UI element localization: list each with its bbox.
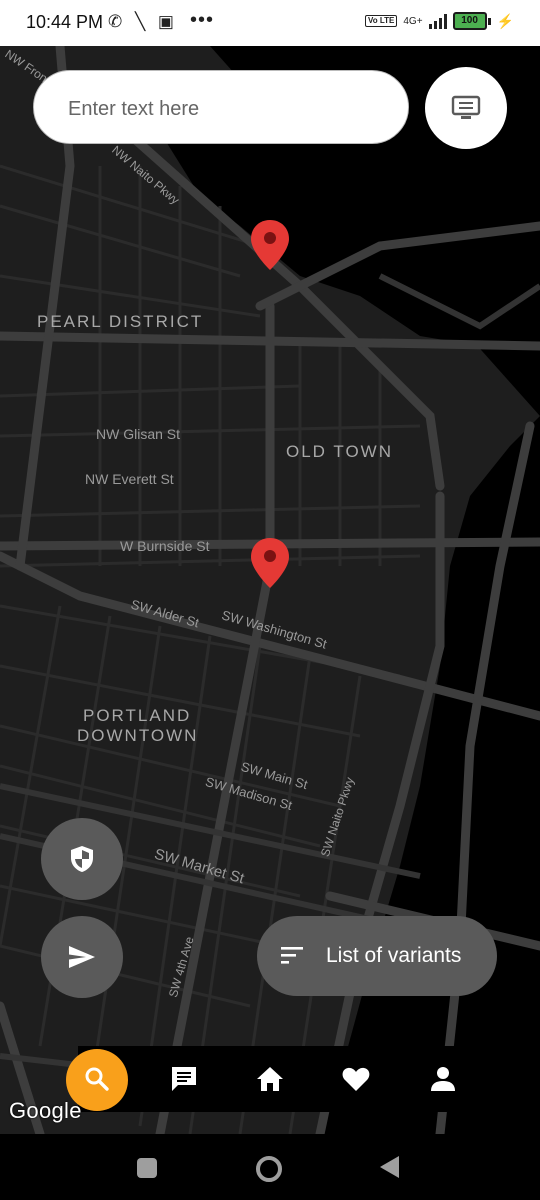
status-time: 10:44 PM xyxy=(26,12,104,32)
send-button[interactable] xyxy=(41,916,123,998)
screen: 10:44 PM ✆ ╲ ▣ ••• Vo LTE 4G+ 100 ⚡ NW F… xyxy=(0,0,540,1200)
sort-icon xyxy=(281,947,303,964)
search-input[interactable] xyxy=(66,91,390,127)
more-notifications-icon: ••• xyxy=(190,9,215,31)
list-of-variants-button[interactable]: List of variants xyxy=(257,916,497,996)
street-label: W Burnside St xyxy=(120,538,210,554)
street-label: NW Everett St xyxy=(85,471,174,487)
status-bar: 10:44 PM ✆ ╲ ▣ ••• Vo LTE 4G+ 100 ⚡ xyxy=(0,0,540,46)
variants-label: List of variants xyxy=(326,944,462,967)
battery-level: 100 xyxy=(452,12,487,30)
notification-icons: ✆ ╲ ▣ xyxy=(108,12,178,31)
settings-button[interactable] xyxy=(425,67,507,149)
system-nav-bar xyxy=(0,1134,540,1200)
map-pin-icon[interactable] xyxy=(249,536,291,590)
google-logo: Google xyxy=(9,1098,82,1123)
district-label: PORTLAND xyxy=(83,706,192,725)
search-bar[interactable] xyxy=(33,70,409,144)
signal-icon xyxy=(428,13,447,29)
street-label: NW Glisan St xyxy=(96,426,181,442)
charging-icon: ⚡ xyxy=(496,12,514,29)
security-button[interactable] xyxy=(41,818,123,900)
district-label: DOWNTOWN xyxy=(77,726,199,745)
display-settings-icon xyxy=(451,95,481,119)
map-pin-icon[interactable] xyxy=(249,218,291,272)
send-icon xyxy=(69,946,95,968)
district-label: OLD TOWN xyxy=(286,442,393,461)
chat-icon[interactable] xyxy=(169,1064,199,1094)
search-icon xyxy=(85,1067,109,1091)
volte-icon: Vo LTE xyxy=(365,15,398,27)
district-label: PEARL DISTRICT xyxy=(37,312,204,331)
home-icon[interactable] xyxy=(255,1064,285,1094)
profile-icon[interactable] xyxy=(428,1064,458,1094)
shield-icon xyxy=(71,846,93,872)
recents-icon[interactable] xyxy=(137,1158,157,1178)
heart-icon[interactable] xyxy=(341,1064,371,1094)
network-type: 4G+ xyxy=(403,15,423,27)
battery-icon: 100 xyxy=(452,12,491,30)
status-right: Vo LTE 4G+ 100 ⚡ xyxy=(365,12,514,30)
bottom-nav xyxy=(78,1046,540,1112)
back-icon[interactable] xyxy=(380,1156,399,1178)
home-button-icon[interactable] xyxy=(256,1156,282,1182)
